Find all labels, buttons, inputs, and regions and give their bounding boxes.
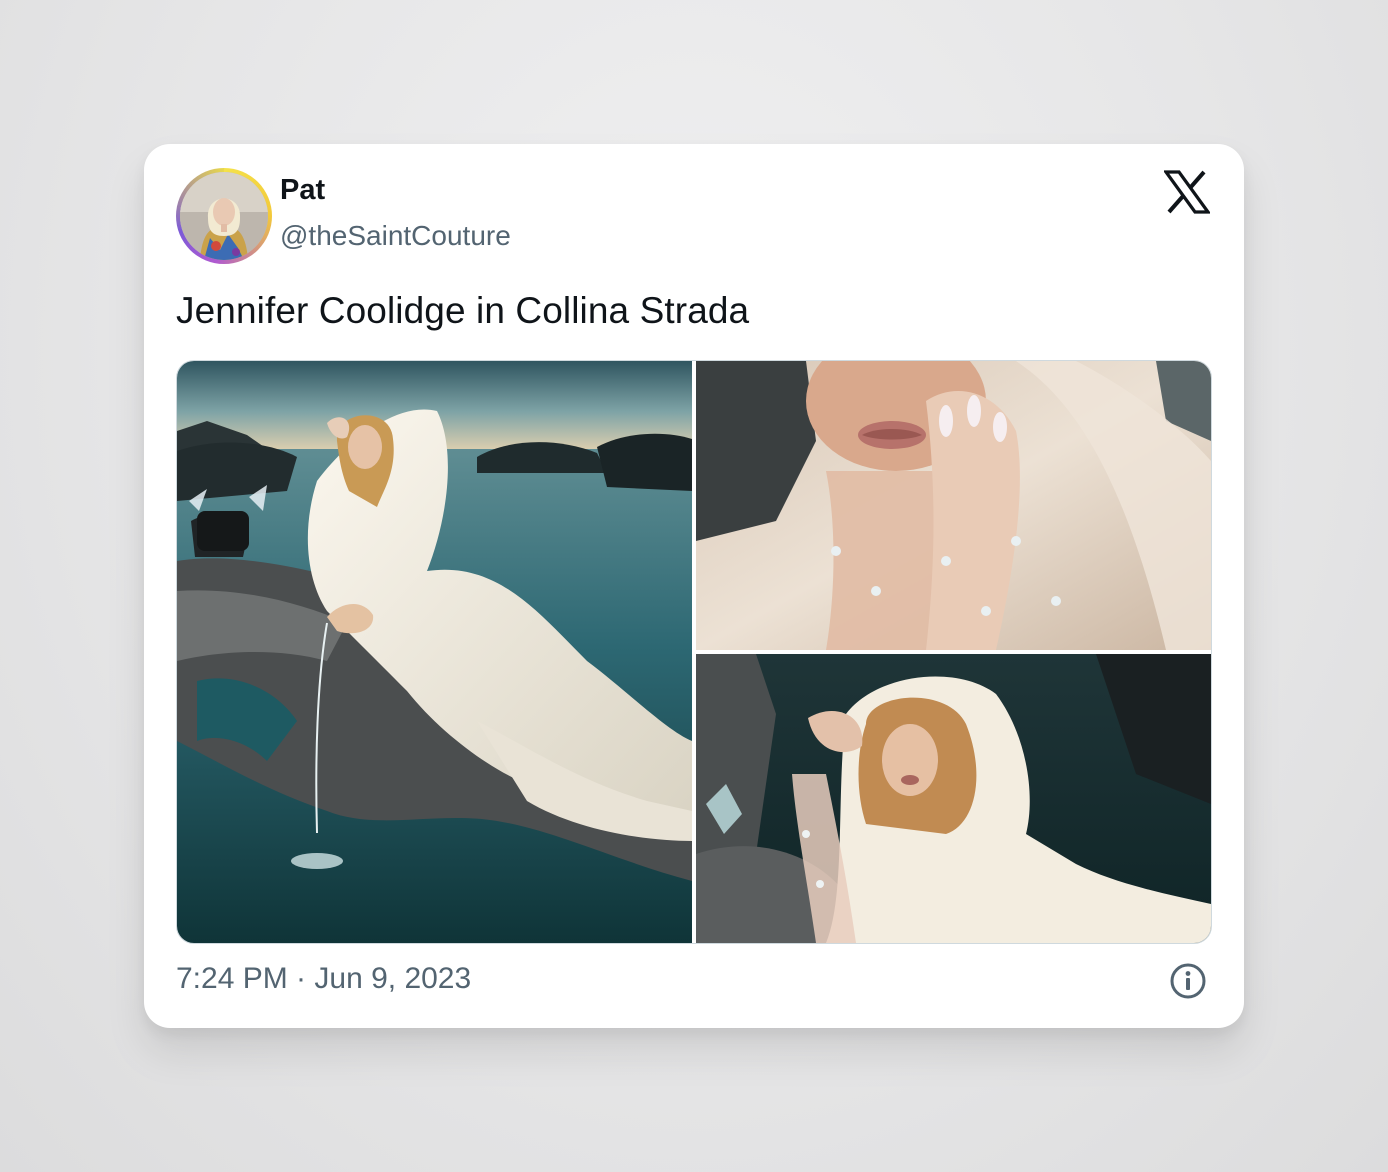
tweet-card: Pat @theSaintCouture Jennifer Coolidge i… (144, 144, 1244, 1028)
x-logo-icon[interactable] (1162, 170, 1212, 214)
author-display-name[interactable]: Pat (280, 174, 325, 207)
photo-closeup-gloves[interactable] (696, 361, 1211, 650)
author-handle[interactable]: @theSaintCouture (280, 220, 511, 252)
photo-seashell-veil[interactable] (696, 654, 1211, 943)
tweet-text: Jennifer Coolidge in Collina Strada (176, 290, 750, 331)
tweet-timestamp[interactable]: 7:24 PM · Jun 9, 2023 (176, 962, 471, 996)
photo-seaside-reclining[interactable] (177, 361, 692, 943)
media-grid (176, 360, 1212, 944)
avatar-photo (180, 172, 268, 260)
info-circle-icon[interactable] (1169, 962, 1207, 1000)
author-avatar[interactable] (176, 168, 272, 264)
